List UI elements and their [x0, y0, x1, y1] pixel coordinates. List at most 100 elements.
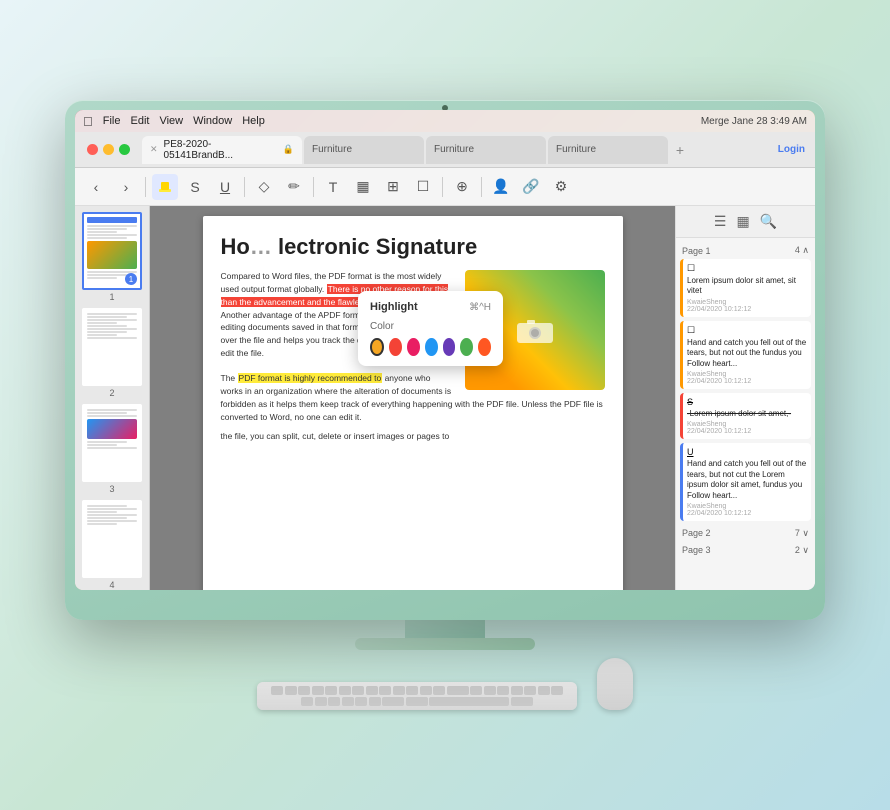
thumb-num-2: 2 [109, 388, 114, 398]
swatch-purple[interactable] [443, 338, 456, 356]
swatch-green[interactable] [460, 338, 473, 356]
comments-list-icon[interactable]: ☰ [714, 213, 727, 230]
settings-tool-button[interactable]: ⚙ [548, 174, 574, 200]
color-swatches [370, 338, 491, 356]
tab-bar: ✕ PE8-2020-05141BrandB... 🔒 Furniture Fu… [142, 136, 778, 164]
app-window: ✕ PE8-2020-05141BrandB... 🔒 Furniture Fu… [75, 132, 815, 590]
thumb-page-3[interactable]: 3 [79, 404, 145, 494]
menu-window[interactable]: Window [193, 115, 232, 127]
key [312, 686, 324, 695]
swatch-red[interactable] [389, 338, 402, 356]
comment-2-icon: ☐ [687, 325, 807, 336]
checkbox-tool-button[interactable]: ☐ [410, 174, 436, 200]
image-tool-button[interactable]: ⊞ [380, 174, 406, 200]
comment-1-meta: KwaieSheng 22/04/2020 10:12:12 [687, 299, 807, 313]
comment-3-text: -Lorem ipsum dolor sit amet,- [687, 409, 807, 419]
tab-3[interactable]: Furniture [426, 136, 546, 164]
login-button[interactable]: Login [778, 144, 815, 155]
toolbar: ‹ › S U ◇ ✏ T ▦ ⊞ [75, 168, 815, 206]
tab-2[interactable]: Furniture [304, 136, 424, 164]
menu-view[interactable]: View [159, 115, 183, 127]
pdf-title-part1: Ho [221, 234, 250, 259]
tab-close-icon[interactable]: ✕ [150, 144, 158, 155]
comments-search-icon[interactable]: 🔍 [760, 213, 777, 230]
tab-active[interactable]: ✕ PE8-2020-05141BrandB... 🔒 [142, 136, 302, 164]
comment-1-author: KwaieSheng [687, 299, 726, 306]
table-tool-button[interactable]: ▦ [350, 174, 376, 200]
thumb-page-1[interactable]: 1 1 [79, 212, 145, 302]
swatch-orange[interactable] [370, 338, 384, 356]
thumb-img-3[interactable] [82, 404, 142, 482]
traffic-lights [75, 144, 142, 155]
minimize-button[interactable] [103, 144, 114, 155]
imac-screen:  File Edit View Window Help Merge Jane … [75, 110, 815, 590]
key-space [429, 697, 509, 706]
menu-file[interactable]: File [103, 115, 121, 127]
comments-grid-icon[interactable]: ▦ [736, 213, 749, 230]
lock-icon: 🔒 [283, 144, 294, 155]
comment-3-meta: KwaieSheng 22/04/2020 10:12:12 [687, 421, 807, 435]
apple-menu[interactable]:  [83, 114, 93, 129]
key [379, 686, 391, 695]
separator-5 [481, 177, 482, 197]
page-2-label: Page 2 7 ∨ [680, 525, 811, 542]
menu-bar:  File Edit View Window Help Merge Jane … [75, 110, 815, 132]
pencil-tool-button[interactable]: ✏ [281, 174, 307, 200]
comments-panel: ☰ ▦ 🔍 Page 1 4 ∧ [675, 206, 815, 590]
maximize-button[interactable] [119, 144, 130, 155]
forward-button[interactable]: › [113, 174, 139, 200]
keyboard [257, 682, 577, 710]
menu-bar-left:  File Edit View Window Help [83, 114, 265, 129]
comment-card-3[interactable]: S -Lorem ipsum dolor sit amet,- KwaieShe… [680, 393, 811, 439]
zoom-tool-button[interactable]: ⊕ [449, 174, 475, 200]
key [524, 686, 536, 695]
mouse [597, 658, 633, 710]
comment-4-meta: KwaieSheng 22/04/2020 10:12:12 [687, 503, 807, 517]
comment-2-text: Hand and catch you fell out of the tears… [687, 338, 807, 369]
swatch-blue[interactable] [425, 338, 438, 356]
menu-help[interactable]: Help [242, 115, 265, 127]
imac-stand-top [405, 620, 485, 638]
strikethrough-tool-button[interactable]: S [182, 174, 208, 200]
underline-tool-button[interactable]: U [212, 174, 238, 200]
camera-svg [515, 315, 555, 345]
add-tab-button[interactable]: + [670, 140, 690, 160]
title-bar: ✕ PE8-2020-05141BrandB... 🔒 Furniture Fu… [75, 132, 815, 168]
main-content: 1 1 [75, 206, 815, 590]
tab-4[interactable]: Furniture [548, 136, 668, 164]
shape-tool-button[interactable]: ◇ [251, 174, 277, 200]
key [315, 697, 327, 706]
comment-2-meta: KwaieSheng 22/04/2020 10:12:12 [687, 371, 807, 385]
highlight-tool-button[interactable] [152, 174, 178, 200]
key [551, 686, 563, 695]
link-tool-button[interactable]: 🔗 [518, 174, 544, 200]
comment-4-author: KwaieSheng [687, 503, 726, 510]
thumb-img-2[interactable] [82, 308, 142, 386]
thumb-page-4[interactable]: 4 [79, 500, 145, 590]
key-wide [382, 697, 404, 706]
text-tool-button[interactable]: T [320, 174, 346, 200]
key [285, 686, 297, 695]
close-button[interactable] [87, 144, 98, 155]
comment-card-2[interactable]: ☐ Hand and catch you fell out of the tea… [680, 321, 811, 389]
comment-4-icon: U [687, 447, 807, 457]
page-3-text: Page 3 [682, 545, 711, 555]
key [538, 686, 550, 695]
menu-edit[interactable]: Edit [130, 115, 149, 127]
thumb-img-4[interactable] [82, 500, 142, 578]
page-2-text: Page 2 [682, 528, 711, 538]
popup-header: Highlight ⌘^H [370, 301, 491, 313]
swatch-pink[interactable] [407, 338, 420, 356]
user-tool-button[interactable]: 👤 [488, 174, 514, 200]
key [271, 686, 283, 695]
back-button[interactable]: ‹ [83, 174, 109, 200]
thumb-img-1[interactable]: 1 [82, 212, 142, 290]
comment-1-icon: ☐ [687, 263, 807, 274]
comment-card-1[interactable]: ☐ Lorem ipsum dolor sit amet, sit vitet … [680, 259, 811, 317]
popup-color-label: Color [370, 321, 491, 332]
thumb-page-2[interactable]: 2 [79, 308, 145, 398]
comment-card-4[interactable]: U Hand and catch you fell out of the tea… [680, 443, 811, 521]
key [484, 686, 496, 695]
swatch-deep-orange[interactable] [478, 338, 491, 356]
key [406, 686, 418, 695]
